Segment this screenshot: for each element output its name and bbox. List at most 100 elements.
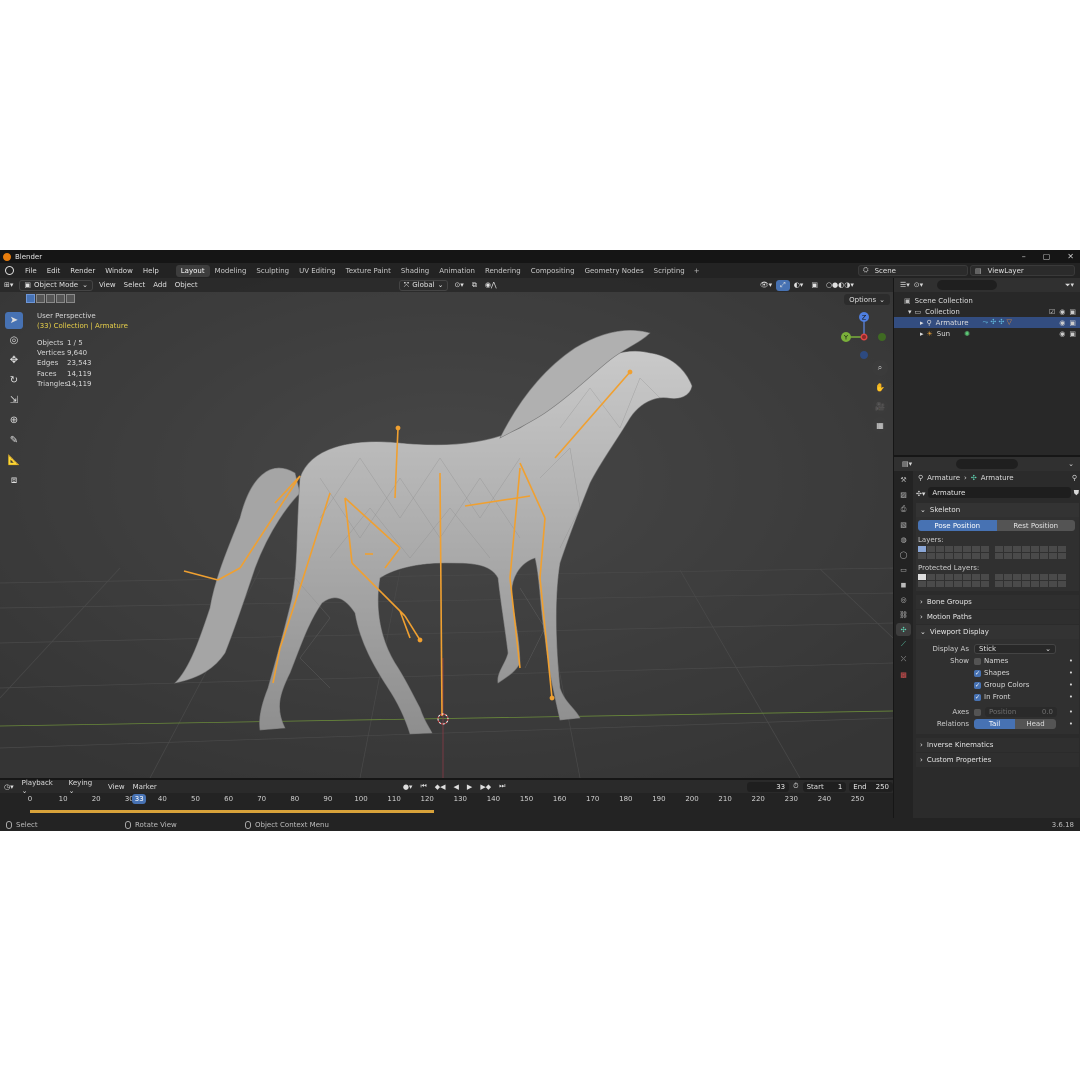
jump-start-icon[interactable]: ⏮: [416, 782, 430, 791]
pan-hand-icon[interactable]: ✋: [872, 379, 888, 395]
inverse-kinematics-panel-header[interactable]: › Inverse Kinematics: [916, 738, 1079, 752]
layer-grid[interactable]: [918, 574, 989, 587]
names-checkbox[interactable]: [974, 657, 981, 665]
editor-type-icon[interactable]: ⊞▾: [0, 280, 17, 291]
tab-uv-editing[interactable]: UV Editing: [294, 265, 341, 277]
tab-sculpting[interactable]: Sculpting: [251, 265, 294, 277]
bone-constraint-tab-icon[interactable]: ⤫: [896, 653, 911, 666]
properties-editor-icon[interactable]: ▤▾: [902, 460, 912, 468]
output-tab-icon[interactable]: ⎙: [896, 503, 911, 516]
tab-modeling[interactable]: Modeling: [210, 265, 252, 277]
outliner-row-sun[interactable]: ▸ ☀ Sun ✺ ◉ ▣: [894, 328, 1080, 339]
group-colors-checkbox[interactable]: ✓: [974, 681, 981, 689]
eye-icon[interactable]: ◉: [1059, 308, 1065, 316]
play-reverse-icon[interactable]: ◀: [450, 783, 463, 791]
relations-tail-button[interactable]: Tail: [974, 719, 1015, 729]
3d-viewport[interactable]: ⊞▾ ▣ Object Mode ⌄ View Select Add Objec…: [0, 278, 893, 778]
armature-data-tab-icon[interactable]: ✣: [896, 623, 911, 636]
bone-tab-icon[interactable]: ⟋: [896, 638, 911, 651]
menu-object[interactable]: Object: [171, 280, 202, 291]
xray-icon[interactable]: ▣: [807, 280, 822, 291]
viewport-display-panel-header[interactable]: ⌄ Viewport Display: [916, 625, 1079, 639]
skeleton-panel-header[interactable]: ⌄ Skeleton: [916, 503, 1079, 517]
current-frame-field[interactable]: 33: [747, 781, 790, 792]
transform-icon[interactable]: ⊕: [5, 412, 23, 429]
tab-texture-paint[interactable]: Texture Paint: [341, 265, 396, 277]
menu-add[interactable]: Add: [149, 280, 171, 291]
render-tab-icon[interactable]: ▨: [896, 488, 911, 501]
chevron-down-icon[interactable]: ⌄: [1068, 460, 1074, 468]
expand-icon[interactable]: ▾: [908, 308, 912, 316]
minimize-icon[interactable]: –: [1022, 252, 1026, 261]
select-intersect-icon[interactable]: [66, 294, 75, 303]
custom-properties-panel-header[interactable]: › Custom Properties: [916, 753, 1079, 767]
menu-view[interactable]: View: [95, 280, 120, 291]
outliner-row-armature[interactable]: ▸ ⚲ Armature ⤳ ✣ ✣ ▽ ◉ ▣: [894, 317, 1080, 328]
blender-menu-icon[interactable]: [5, 266, 14, 275]
proportional-edit-icon[interactable]: ◉⋀: [481, 280, 501, 291]
keyframe-dot-icon[interactable]: •: [1069, 657, 1073, 665]
annotate-icon[interactable]: ✎: [5, 432, 23, 449]
select-box-icon[interactable]: ➤: [5, 312, 23, 329]
tab-scripting[interactable]: Scripting: [649, 265, 690, 277]
layer-grid[interactable]: [918, 546, 989, 559]
perspective-grid-icon[interactable]: ▦: [872, 417, 888, 433]
bone-groups-panel-header[interactable]: › Bone Groups: [916, 595, 1079, 609]
constraints-tab-icon[interactable]: ⛓: [896, 608, 911, 621]
keyframe-dot-icon[interactable]: •: [1069, 681, 1073, 689]
menu-view[interactable]: View: [104, 783, 129, 791]
texture-tab-icon[interactable]: ▩: [896, 668, 911, 681]
select-subtract-icon[interactable]: [46, 294, 55, 303]
menu-help[interactable]: Help: [138, 267, 164, 275]
layer-grid[interactable]: [995, 574, 1066, 587]
menu-window[interactable]: Window: [100, 267, 138, 275]
pivot-icon[interactable]: ⊙▾: [450, 280, 467, 291]
keyframe-dot-icon[interactable]: •: [1069, 693, 1073, 701]
checkbox-icon[interactable]: ☑: [1049, 308, 1055, 316]
pin-icon[interactable]: ⚲: [1072, 474, 1077, 482]
tab-layout[interactable]: Layout: [175, 264, 210, 277]
navigation-gizmo[interactable]: Z Y: [838, 311, 890, 363]
select-new-icon[interactable]: [26, 294, 35, 303]
play-icon[interactable]: ▶: [463, 783, 476, 791]
frame-ruler[interactable]: 0 10 20 30 40 50 60 70 80 90 100 110 120 130 140 150 160…: [0, 793, 893, 805]
layer-grid[interactable]: [995, 546, 1066, 559]
camera-icon[interactable]: ▣: [1069, 330, 1076, 338]
gizmo-toggle-icon[interactable]: ⤢: [776, 279, 790, 291]
fake-user-icon[interactable]: ⛊: [1074, 489, 1079, 498]
tool-tab-icon[interactable]: ⚒: [896, 473, 911, 486]
motion-paths-panel-header[interactable]: › Motion Paths: [916, 610, 1079, 624]
zoom-icon[interactable]: ⌕: [872, 360, 888, 376]
menu-render[interactable]: Render: [65, 267, 100, 275]
tab-shading[interactable]: Shading: [396, 265, 434, 277]
maximize-icon[interactable]: ▢: [1043, 252, 1051, 261]
world-tab-icon[interactable]: ◯: [896, 548, 911, 561]
physics-tab-icon[interactable]: ◎: [896, 593, 911, 606]
stopwatch-icon[interactable]: ⏱: [789, 782, 802, 791]
rest-position-button[interactable]: Rest Position: [996, 520, 1075, 531]
shapes-checkbox[interactable]: ✓: [974, 669, 981, 677]
add-workspace-icon[interactable]: +: [690, 267, 704, 275]
outliner-row-scene-collection[interactable]: ▣ Scene Collection: [894, 295, 1080, 306]
protected-layers[interactable]: [918, 574, 1075, 587]
view-layer-selector[interactable]: ▤ ViewLayer: [970, 265, 1075, 276]
keyframe-dot-icon[interactable]: •: [1069, 708, 1073, 716]
move-icon[interactable]: ✥: [5, 352, 23, 369]
outliner-editor-icon[interactable]: ☰▾: [900, 281, 910, 289]
shading-modes-icon[interactable]: ○●◐◑▾: [822, 280, 858, 291]
armature-name-field[interactable]: Armature: [928, 487, 1071, 498]
eye-icon[interactable]: ◉: [1059, 319, 1065, 327]
select-invert-icon[interactable]: [56, 294, 65, 303]
armature-data-icon[interactable]: ✣▾: [916, 490, 925, 498]
menu-edit[interactable]: Edit: [42, 267, 66, 275]
tab-animation[interactable]: Animation: [434, 265, 480, 277]
timeline-editor-icon[interactable]: ◷▾: [0, 783, 18, 791]
next-keyframe-icon[interactable]: ▶◆: [476, 783, 495, 791]
mode-dropdown[interactable]: ▣ Object Mode ⌄: [19, 279, 93, 291]
scene-tab-icon[interactable]: ◍: [896, 533, 911, 546]
scene-selector[interactable]: ⛭ Scene: [858, 265, 968, 276]
bone-layers[interactable]: [918, 546, 1075, 559]
select-extend-icon[interactable]: [36, 294, 45, 303]
filter-icon[interactable]: ⏷▾: [1065, 281, 1074, 290]
expand-icon[interactable]: ▸: [920, 319, 924, 327]
